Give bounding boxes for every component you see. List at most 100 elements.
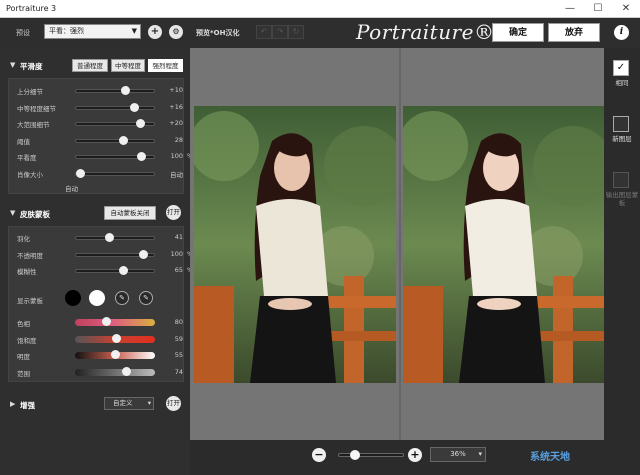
smoothing-slider[interactable] (75, 119, 155, 128)
maximize-button[interactable]: ☐ (584, 0, 612, 18)
enhance-open-button[interactable]: 打开 (166, 396, 181, 411)
new-layer-label: 新图层 (612, 135, 632, 143)
smoothing-row: 上分细节 +10 (17, 85, 189, 96)
smoothing-slider[interactable] (75, 102, 155, 112)
reset-icon[interactable]: ↻ (288, 25, 304, 39)
smoothing-slider[interactable] (75, 168, 155, 178)
skin-mask-slider[interactable] (75, 266, 155, 275)
mask-color-white[interactable] (89, 290, 105, 306)
smoothing-slider-handle[interactable] (76, 168, 85, 178)
auto-label: 自动 (65, 185, 78, 193)
chevron-down-icon: ▾ (478, 450, 482, 458)
smoothing-label: 阈值 (17, 137, 30, 146)
skin-color-value: 80 (174, 318, 183, 326)
same-layer-checkbox[interactable]: ✓ (613, 60, 629, 76)
portrait-image (194, 106, 396, 383)
skin-mask-header[interactable]: ▼ 皮肤蒙板 (6, 206, 186, 222)
preview-divider (399, 48, 401, 440)
zoom-level-value: 36% (450, 450, 466, 458)
enhance-header[interactable]: ▶ 增强 (6, 397, 186, 413)
smoothing-slider-handle[interactable] (135, 119, 145, 128)
retouched-photo (403, 106, 605, 383)
output-mask-checkbox[interactable] (613, 172, 629, 188)
info-button[interactable]: i (614, 25, 629, 40)
cancel-button[interactable]: 放弃 (548, 23, 600, 42)
zoom-level-dropdown[interactable]: 36% ▾ (430, 447, 486, 462)
gear-icon: ⚙ (172, 27, 180, 36)
skin-mask-slider-handle[interactable] (138, 249, 148, 259)
chip-normal[interactable]: 普通程度 (72, 59, 108, 72)
expand-icon: ▶ (10, 400, 16, 408)
eyedropper-plus-icon[interactable]: ✎ (139, 291, 153, 305)
app-logo: Portraiture® 3 (356, 20, 515, 44)
enhance-title: 增强 (20, 401, 35, 410)
skin-color-slider[interactable] (75, 317, 155, 326)
settings-button[interactable]: ⚙ (169, 25, 183, 39)
close-button[interactable]: ✕ (612, 0, 640, 18)
mask-color-black[interactable] (65, 290, 81, 306)
chip-medium[interactable]: 中等程度 (111, 59, 145, 72)
zoom-out-button[interactable]: − (312, 448, 326, 462)
skin-mask-slider-handle[interactable] (104, 233, 114, 242)
smoothing-value: 28 (174, 135, 183, 144)
smoothing-slider-handle[interactable] (120, 86, 130, 95)
skin-color-row: 饱和度 59 (17, 333, 189, 345)
new-layer-checkbox[interactable] (613, 116, 629, 132)
zoom-slider-handle[interactable] (350, 450, 361, 460)
smoothing-row: 阈值 28 (17, 135, 189, 146)
smoothing-row: 中等程度细节 +16 (17, 102, 189, 113)
smoothing-title: 平滑度 (20, 62, 43, 71)
redo-icon[interactable]: ↷ (272, 25, 288, 39)
skin-mask-slider[interactable] (75, 233, 155, 242)
skin-color-slider-handle[interactable] (112, 333, 122, 343)
zoom-slider[interactable] (338, 450, 404, 460)
skin-color-slider-handle[interactable] (102, 317, 112, 326)
preset-value: 平看：强烈 (49, 27, 84, 35)
skin-color-slider[interactable] (75, 350, 155, 359)
zoom-in-button[interactable]: + (408, 448, 422, 462)
smoothing-slider[interactable] (75, 86, 155, 95)
smoothing-value: 100 (170, 152, 183, 160)
skin-mask-slider[interactable] (75, 249, 155, 259)
portrait-image (403, 106, 605, 383)
settings-panel: ▼ 平滑度 普通程度 中等程度 强烈程度 上分细节 +10 中等程度细节 +16 大范围… (0, 48, 193, 475)
skin-mask-label: 羽化 (17, 235, 30, 243)
chevron-down-icon: ▼ (131, 27, 137, 35)
layer-options-panel: ✓ 相同 新图层 输出图层蒙板 (604, 48, 640, 440)
ok-button[interactable]: 确定 (492, 23, 544, 42)
preset-dropdown[interactable]: 平看：强烈 ▼ (44, 24, 141, 39)
smoothing-slider-handle[interactable] (130, 102, 139, 112)
plus-icon: + (410, 448, 420, 461)
skin-color-slider[interactable] (75, 333, 155, 343)
skin-color-label: 明度 (17, 353, 30, 361)
smoothing-label: 肖像大小 (17, 170, 43, 179)
skin-mask-open-button[interactable]: 打开 (166, 205, 181, 220)
smoothing-slider[interactable] (75, 152, 155, 161)
auto-mask-button[interactable]: 自动蒙板关闭 (104, 206, 156, 220)
skin-color-value: 74 (174, 367, 183, 376)
title-bar: Portraiture 3 — ☐ ✕ (0, 0, 640, 18)
enhance-preset-dropdown[interactable]: 自定义 ▾ (104, 397, 154, 410)
zoom-bar: − + 36% ▾ 系统天地 (190, 440, 640, 475)
plus-icon: + (150, 26, 160, 37)
smoothing-label: 平看度 (17, 154, 37, 162)
smoothing-slider-handle[interactable] (137, 152, 147, 161)
smoothing-label: 上分细节 (17, 88, 43, 96)
chevron-down-icon: ▾ (147, 399, 151, 407)
smoothing-slider-handle[interactable] (119, 135, 129, 145)
eyedropper-icon[interactable]: ✎ (115, 291, 129, 305)
chip-strong[interactable]: 强烈程度 (148, 59, 183, 72)
minimize-button[interactable]: — (556, 0, 584, 18)
skin-color-value: 55 (174, 351, 183, 359)
skin-mask-value: 100 (170, 249, 183, 258)
skin-color-slider[interactable] (75, 366, 155, 376)
collapse-icon: ▼ (10, 61, 16, 69)
skin-color-slider-handle[interactable] (121, 366, 131, 376)
collapse-icon: ▼ (10, 209, 16, 217)
undo-icon[interactable]: ↶ (256, 25, 272, 39)
skin-mask-slider-handle[interactable] (119, 266, 129, 275)
smoothing-row: 平看度100% (17, 151, 193, 162)
skin-color-slider-handle[interactable] (111, 350, 120, 359)
smoothing-slider[interactable] (75, 135, 155, 145)
add-preset-button[interactable]: + (148, 25, 162, 39)
